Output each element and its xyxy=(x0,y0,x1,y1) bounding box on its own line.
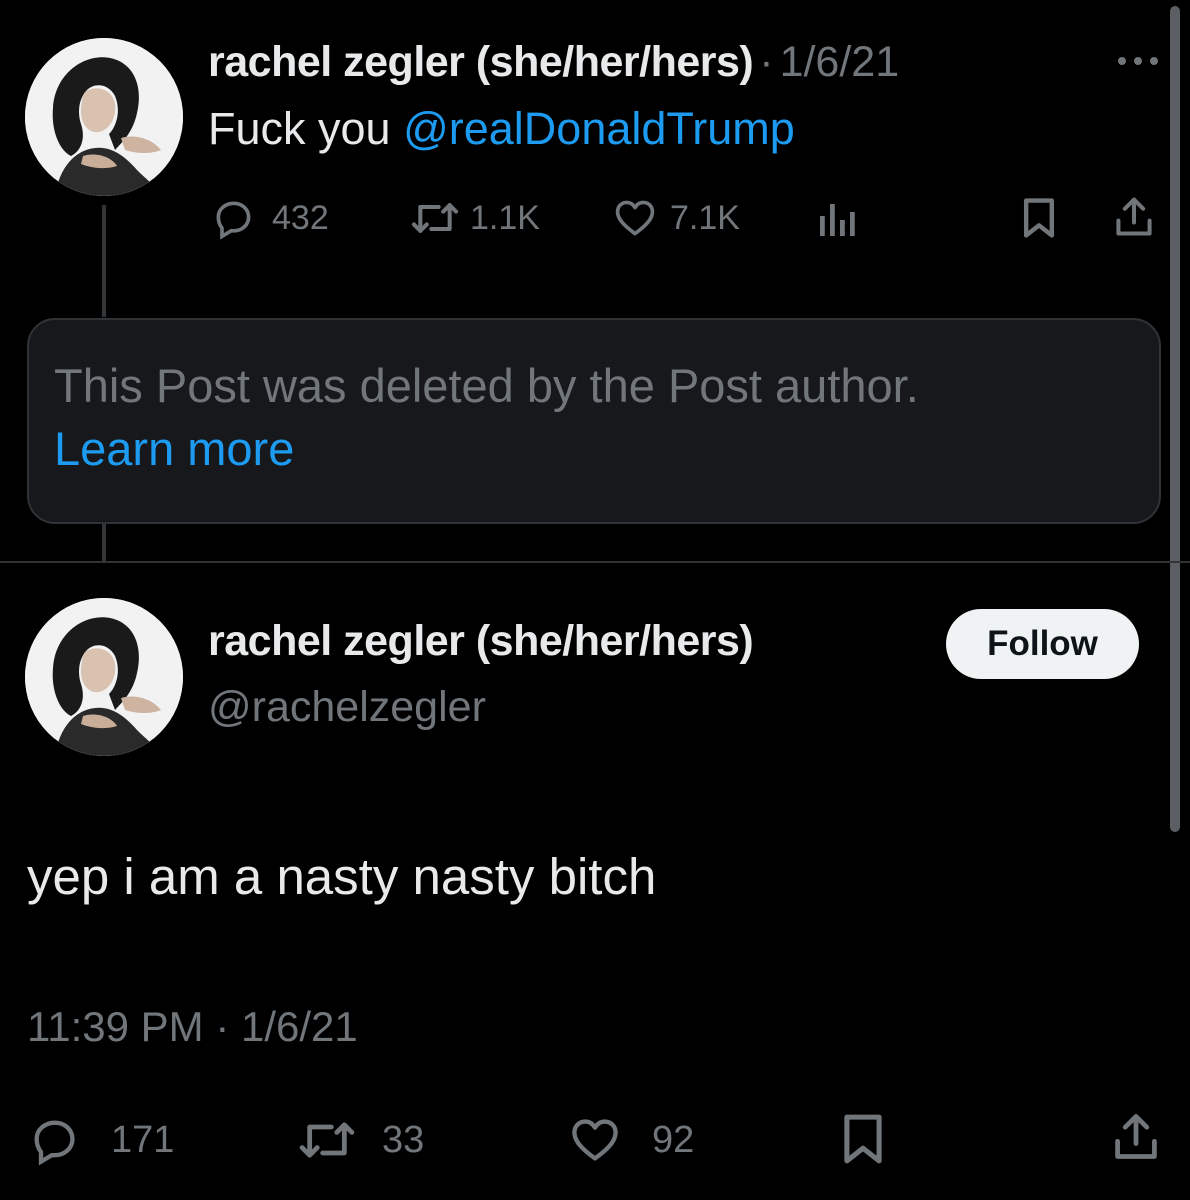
bookmark-icon xyxy=(840,1110,886,1168)
reply-count: 432 xyxy=(272,198,329,237)
deleted-post-notice: This Post was deleted by the Post author… xyxy=(27,318,1161,524)
tweet-text: Fuck you @realDonaldTrump xyxy=(208,103,795,155)
author-handle[interactable]: @rachelzegler xyxy=(208,683,486,732)
share-button[interactable] xyxy=(1112,194,1156,240)
bookmark-button[interactable] xyxy=(1020,196,1058,240)
learn-more-link[interactable]: Learn more xyxy=(54,421,294,476)
separator: · xyxy=(759,37,774,86)
mention-link[interactable]: @realDonaldTrump xyxy=(403,103,795,154)
retweet-count: 1.1K xyxy=(470,198,540,237)
more-icon[interactable] xyxy=(1116,54,1160,68)
heart-icon xyxy=(612,196,658,240)
retweet-button[interactable]: 33 xyxy=(296,1114,424,1166)
reply-button[interactable]: 432 xyxy=(210,196,329,240)
reply-icon xyxy=(27,1114,81,1166)
share-button[interactable] xyxy=(1110,1108,1162,1166)
tweet-date[interactable]: 1/6/21 xyxy=(780,38,900,87)
tweet-timestamp[interactable]: 11:39 PM · 1/6/21 xyxy=(27,1003,358,1051)
share-icon xyxy=(1112,194,1156,240)
follow-button[interactable]: Follow xyxy=(946,609,1139,679)
avatar[interactable] xyxy=(25,598,183,756)
deleted-post-text: This Post was deleted by the Post author… xyxy=(54,359,919,412)
retweet-count: 33 xyxy=(382,1118,425,1161)
retweet-icon xyxy=(296,1114,358,1166)
like-count: 92 xyxy=(652,1118,695,1161)
reply-button[interactable]: 171 xyxy=(27,1114,174,1166)
views-icon xyxy=(818,196,858,240)
tweet-text: yep i am a nasty nasty bitch xyxy=(27,848,657,905)
views-button[interactable] xyxy=(818,196,858,240)
retweet-icon xyxy=(408,196,462,240)
share-icon xyxy=(1110,1108,1162,1166)
bookmark-icon xyxy=(1020,196,1058,240)
tweet-top[interactable]: rachel zegler (she/her/hers) · 1/6/21 Fu… xyxy=(0,0,1190,561)
avatar[interactable] xyxy=(25,38,183,196)
tweet-main: rachel zegler (she/her/hers) @rachelzegl… xyxy=(0,563,1190,1200)
reply-icon xyxy=(210,196,256,240)
bookmark-button[interactable] xyxy=(840,1110,886,1168)
author-name[interactable]: rachel zegler (she/her/hers) xyxy=(208,617,754,666)
tweet-text-prefix: Fuck you xyxy=(208,103,404,154)
author-name[interactable]: rachel zegler (she/her/hers) xyxy=(208,38,754,87)
heart-icon xyxy=(566,1114,624,1166)
like-count: 7.1K xyxy=(670,198,740,237)
like-button[interactable]: 7.1K xyxy=(612,196,740,240)
thread-line xyxy=(102,205,106,317)
reply-count: 171 xyxy=(111,1118,175,1161)
retweet-button[interactable]: 1.1K xyxy=(408,196,540,240)
tweet-header: rachel zegler (she/her/hers) · 1/6/21 xyxy=(208,32,899,92)
like-button[interactable]: 92 xyxy=(566,1114,694,1166)
thread-line-lower xyxy=(102,524,106,561)
